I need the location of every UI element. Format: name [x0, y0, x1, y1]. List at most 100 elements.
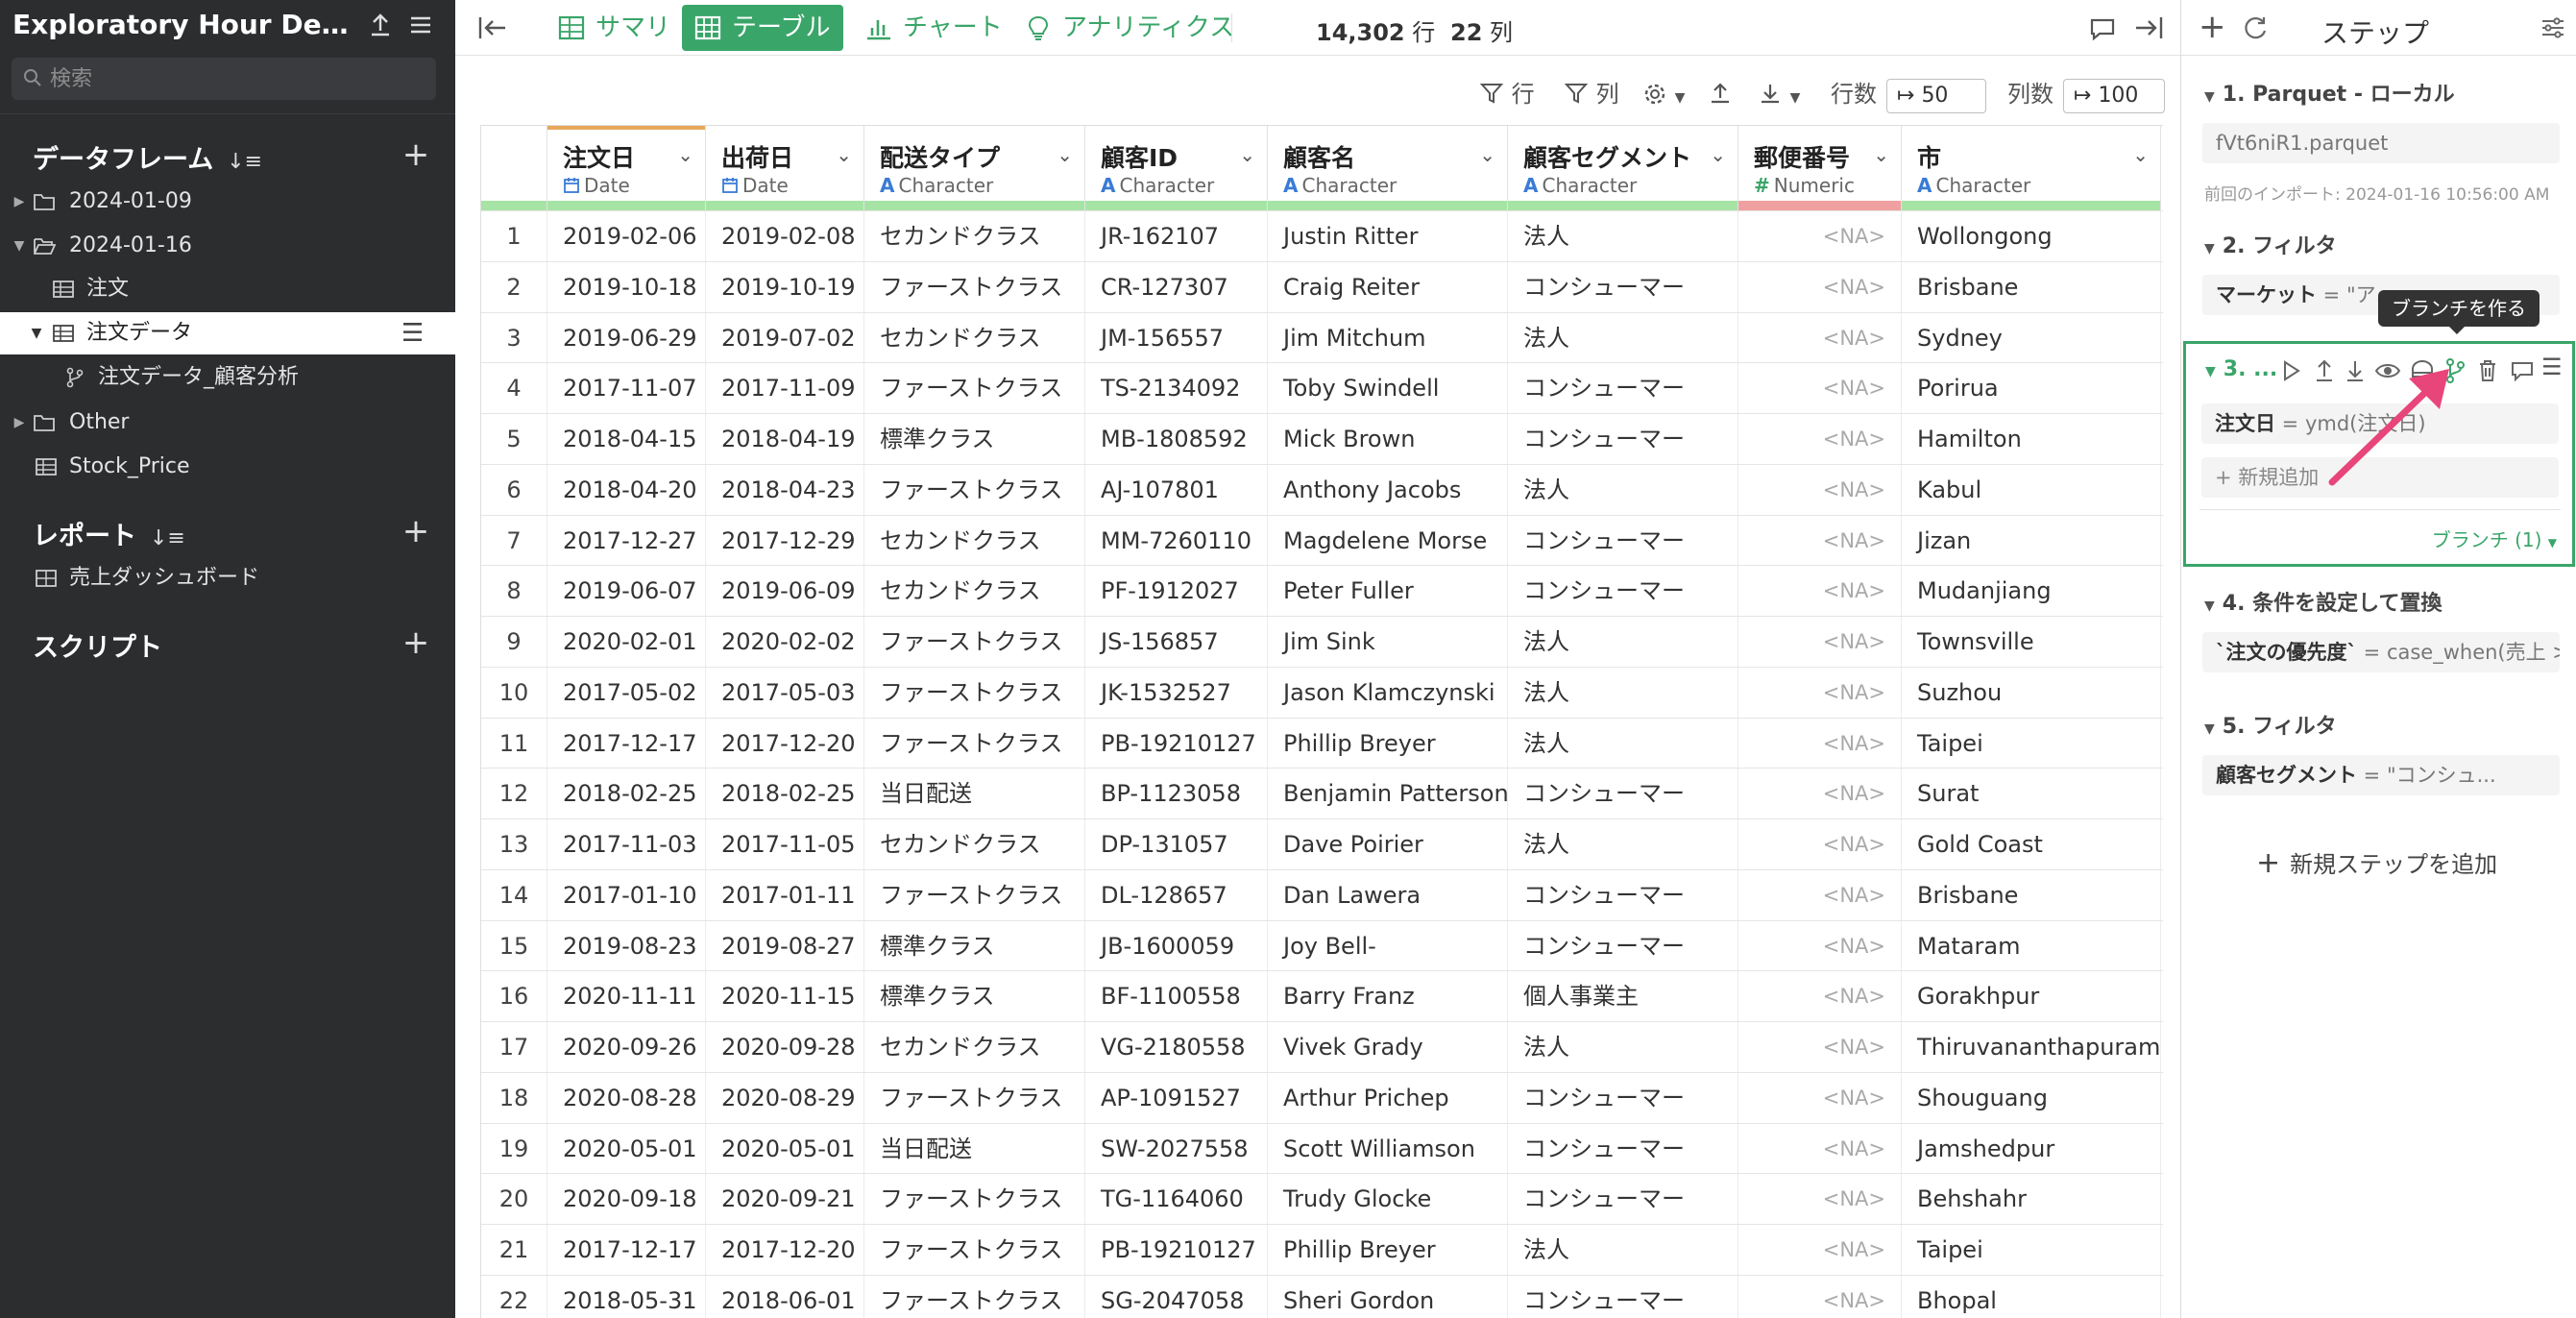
table-cell[interactable]: コンシューマー [1508, 566, 1738, 617]
add-report-button[interactable]: + [401, 515, 430, 548]
table-cell[interactable]: 法人 [1508, 617, 1738, 667]
table-cell[interactable]: Sydney [1902, 312, 2161, 363]
table-cell[interactable]: Jim Sink [1268, 617, 1508, 667]
table-row[interactable]: 7 2017-12-27 2017-12-29 セカンドクラス MM-7260110 Ma… [481, 514, 2163, 566]
rows-limit-input[interactable]: ↦ 50 [1886, 79, 1986, 113]
table-row[interactable]: 2 2019-10-18 2019-10-19 ファーストクラス CR-127307 Cr… [481, 260, 2163, 312]
table-cell[interactable]: DL-128657 [1085, 869, 1268, 920]
table-cell[interactable]: 2020-08-28 [547, 1072, 706, 1123]
table-cell[interactable]: Taipei [1902, 1225, 2161, 1275]
column-header[interactable]: 市 ⌄ A Character [1902, 126, 2161, 210]
table-cell[interactable]: Vivek Grady [1268, 1022, 1508, 1072]
table-row[interactable]: 15 2019-08-23 2019-08-27 標準クラス JB-1600059 Joy… [481, 919, 2163, 971]
comment-icon[interactable] [2509, 357, 2536, 384]
table-cell[interactable]: コンシューマー [1508, 769, 1738, 819]
table-cell[interactable]: Bhopal [1902, 1275, 2161, 1318]
branch-dropdown[interactable]: ブランチ (1) ▼ [2432, 525, 2557, 552]
table-cell[interactable]: Mick Brown [1268, 414, 1508, 464]
refresh-icon[interactable] [2241, 13, 2270, 42]
table-row[interactable]: 13 2017-11-03 2017-11-05 セカンドクラス DP-131057 Da… [481, 818, 2163, 869]
table-cell[interactable]: セカンドクラス [864, 819, 1085, 869]
table-cell[interactable]: 2020-05-01 [547, 1123, 706, 1174]
table-cell[interactable]: Wollongong [1902, 211, 2161, 261]
add-icon[interactable]: + [2199, 11, 2226, 43]
table-cell[interactable]: 2019-02-08 [706, 211, 864, 261]
menu-icon[interactable]: ☰ [2541, 354, 2563, 380]
sidebar-item-folder[interactable]: ▶ Other [0, 402, 455, 444]
table-cell[interactable]: <NA> [1738, 1072, 1902, 1123]
sidebar-item-folder[interactable]: ▶ 2024-01-09 [0, 181, 455, 223]
table-cell[interactable]: 2019-06-29 [547, 312, 706, 363]
table-cell[interactable]: 2020-02-02 [706, 617, 864, 667]
table-row[interactable]: 22 2018-05-31 2018-06-01 ファーストクラス SG-2047058… [481, 1274, 2163, 1318]
table-cell[interactable]: <NA> [1738, 1174, 1902, 1225]
table-cell[interactable]: 2017-12-17 [547, 718, 706, 769]
step-1-title[interactable]: ▼ 1. Parquet - ローカル [2204, 77, 2455, 108]
table-cell[interactable]: 法人 [1508, 1225, 1738, 1275]
table-cell[interactable]: Hamilton [1902, 414, 2161, 464]
table-row[interactable]: 18 2020-08-28 2020-08-29 ファーストクラス AP-1091527… [481, 1071, 2163, 1123]
collapse-steps-icon[interactable] [2132, 12, 2165, 43]
table-cell[interactable]: 2020-11-11 [547, 971, 706, 1022]
table-cell[interactable]: Jamshedpur [1902, 1123, 2161, 1174]
table-cell[interactable]: コンシューマー [1508, 414, 1738, 464]
table-cell[interactable]: <NA> [1738, 566, 1902, 617]
table-cell[interactable]: 2017-12-29 [706, 515, 864, 566]
sidebar-item-report[interactable]: 売上ダッシュボード [0, 557, 455, 599]
tab-summary[interactable]: サマリ [546, 5, 684, 51]
table-cell[interactable]: <NA> [1738, 261, 1902, 312]
column-header[interactable]: 出荷日 ⌄ Date [706, 126, 864, 210]
table-cell[interactable]: 法人 [1508, 819, 1738, 869]
column-header[interactable]: 注文日 ⌄ Date [547, 126, 706, 210]
table-cell[interactable]: JR-162107 [1085, 211, 1268, 261]
table-cell[interactable]: Trudy Glocke [1268, 1174, 1508, 1225]
table-cell[interactable]: 2019-07-02 [706, 312, 864, 363]
table-cell[interactable]: 2017-12-20 [706, 1225, 864, 1275]
chevron-down-icon[interactable]: ⌄ [1239, 143, 1255, 166]
table-row[interactable]: 16 2020-11-11 2020-11-15 標準クラス BF-1100558 Bar… [481, 970, 2163, 1022]
tab-table[interactable]: テーブル [682, 5, 844, 51]
step-5-filter[interactable]: 顧客セグメント = "コンシュ... [2202, 755, 2560, 795]
column-filter-button[interactable]: 列 [1564, 75, 1619, 113]
table-cell[interactable]: コンシューマー [1508, 869, 1738, 920]
caret-down-icon[interactable]: ▼ [2204, 598, 2215, 614]
table-cell[interactable]: ファーストクラス [864, 464, 1085, 515]
table-cell[interactable]: <NA> [1738, 769, 1902, 819]
table-cell[interactable]: 2017-11-09 [706, 363, 864, 414]
table-cell[interactable]: コンシューマー [1508, 1174, 1738, 1225]
table-cell[interactable]: 当日配送 [864, 769, 1085, 819]
project-title[interactable]: Exploratory Hour Demo ... [12, 9, 368, 40]
upload-icon[interactable] [365, 12, 396, 42]
table-cell[interactable]: Jizan [1902, 515, 2161, 566]
table-cell[interactable]: <NA> [1738, 667, 1902, 718]
table-cell[interactable]: Jim Mitchum [1268, 312, 1508, 363]
step-4-case-when[interactable]: `注文の優先度` = case_when(売上 >... [2202, 632, 2560, 672]
sliders-icon[interactable] [2539, 13, 2567, 42]
table-cell[interactable]: Kabul [1902, 464, 2161, 515]
chevron-down-icon[interactable]: ⌄ [1057, 143, 1073, 166]
step-2-title[interactable]: ▼ 2. フィルタ [2204, 229, 2337, 259]
table-cell[interactable]: セカンドクラス [864, 566, 1085, 617]
table-cell[interactable]: 2019-08-23 [547, 920, 706, 971]
table-cell[interactable]: 2019-06-07 [547, 566, 706, 617]
table-cell[interactable]: PB-19210127 [1085, 718, 1268, 769]
table-cell[interactable]: 2018-04-15 [547, 414, 706, 464]
table-cell[interactable]: <NA> [1738, 312, 1902, 363]
table-cell[interactable]: 2019-08-27 [706, 920, 864, 971]
table-cell[interactable]: Phillip Breyer [1268, 1225, 1508, 1275]
table-cell[interactable]: Shouguang [1902, 1072, 2161, 1123]
add-step-button[interactable]: + 新規ステップを追加 [2256, 845, 2497, 880]
step-1-source[interactable]: fVt6niR1.parquet [2202, 123, 2560, 163]
column-header[interactable]: 顧客セグメント ⌄ A Character [1508, 126, 1738, 210]
table-cell[interactable]: Dave Poirier [1268, 819, 1508, 869]
table-cell[interactable]: 2020-09-28 [706, 1022, 864, 1072]
table-row[interactable]: 5 2018-04-15 2018-04-19 標準クラス MB-1808592 Mick… [481, 413, 2163, 464]
table-cell[interactable]: 当日配送 [864, 1123, 1085, 1174]
table-row[interactable]: 17 2020-09-26 2020-09-28 セカンドクラス VG-2180558 V… [481, 1021, 2163, 1072]
table-cell[interactable]: 標準クラス [864, 971, 1085, 1022]
table-cell[interactable]: Sheri Gordon [1268, 1275, 1508, 1318]
table-cell[interactable]: 2019-06-09 [706, 566, 864, 617]
table-row[interactable]: 12 2018-02-25 2018-02-25 当日配送 BP-1123058 Benj… [481, 768, 2163, 819]
table-cell[interactable]: 標準クラス [864, 414, 1085, 464]
table-cell[interactable]: BF-1100558 [1085, 971, 1268, 1022]
